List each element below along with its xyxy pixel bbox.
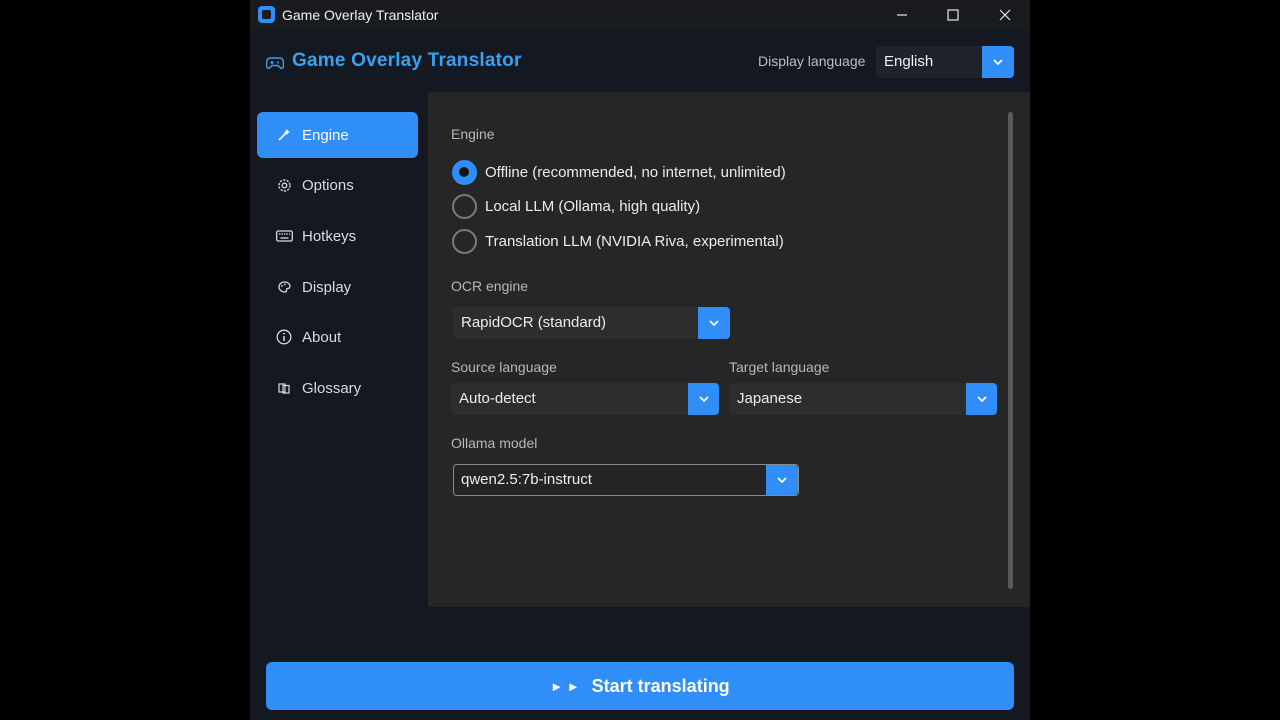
footer: ► ► Start translating (250, 607, 1030, 720)
ocr-engine-label: OCR engine (451, 278, 529, 294)
display-language-select[interactable]: English (876, 46, 1014, 78)
sidebar-item-options[interactable]: Options (257, 162, 418, 208)
engine-section-label: Engine (451, 126, 495, 142)
sidebar-item-label: Glossary (302, 379, 362, 397)
minimize-button[interactable] (877, 0, 927, 30)
close-icon (999, 9, 1011, 21)
maximize-button[interactable] (928, 0, 978, 30)
app-header: Game Overlay Translator Display language… (250, 30, 1030, 92)
keyboard-icon (275, 227, 293, 245)
engine-option-label: Local LLM (Ollama, high quality) (485, 197, 701, 215)
engine-option-label: Translation LLM (NVIDIA Riva, experiment… (485, 232, 784, 250)
sidebar-item-hotkeys[interactable]: Hotkeys (257, 213, 418, 259)
play-icon: ► ► (550, 678, 580, 694)
sidebar-item-label: Engine (302, 126, 349, 144)
sidebar-item-glossary[interactable]: Glossary (257, 365, 418, 411)
book-icon (275, 379, 293, 397)
ocr-engine-dropdown-button[interactable] (698, 307, 730, 339)
radio-selected[interactable] (452, 159, 477, 185)
start-translating-button[interactable]: ► ► Start translating (266, 662, 1014, 710)
source-language-dropdown-button[interactable] (688, 383, 719, 415)
sidebar-item-engine[interactable]: Engine (257, 112, 418, 158)
minimize-icon (897, 14, 907, 16)
engine-settings-panel: Engine Offline (recommended, no internet… (428, 92, 1030, 607)
chevron-down-icon (777, 477, 787, 484)
target-language-value: Japanese (737, 390, 803, 407)
source-language-select[interactable]: Auto-detect (451, 383, 719, 415)
engine-option-label: Offline (recommended, no internet, unlim… (485, 163, 786, 181)
target-language-label: Target language (729, 359, 830, 375)
window-title: Game Overlay Translator (282, 7, 439, 23)
maximize-icon (947, 9, 959, 21)
engine-option-offline[interactable]: Offline (recommended, no internet, unlim… (452, 159, 786, 185)
sidebar-item-label: Display (302, 278, 352, 296)
engine-option-local-llm[interactable]: Local LLM (Ollama, high quality) (452, 193, 700, 219)
ollama-model-value: qwen2.5:7b-instruct (461, 471, 592, 488)
app-window: Game Overlay Translator Game Overlay Tra… (250, 0, 1030, 720)
ollama-model-label: Ollama model (451, 435, 538, 451)
display-language-dropdown-button[interactable] (982, 46, 1014, 78)
app-heading: Game Overlay Translator (292, 50, 522, 71)
gear-icon (275, 176, 293, 194)
sidebar-item-about[interactable]: About (257, 314, 418, 360)
sidebar-item-label: Options (302, 176, 354, 194)
sidebar-item-label: Hotkeys (302, 227, 357, 245)
ocr-engine-select[interactable]: RapidOCR (standard) (453, 307, 730, 339)
ollama-model-select[interactable]: qwen2.5:7b-instruct (453, 464, 799, 496)
info-icon (275, 328, 293, 346)
chevron-down-icon (698, 396, 709, 403)
sidebar-item-display[interactable]: Display (257, 264, 418, 310)
palette-icon (275, 278, 293, 296)
engine-option-translation-llm[interactable]: Translation LLM (NVIDIA Riva, experiment… (452, 228, 784, 254)
app-icon (258, 6, 275, 23)
title-bar: Game Overlay Translator (250, 0, 1030, 30)
radio-unselected[interactable] (452, 193, 477, 219)
target-language-dropdown-button[interactable] (966, 383, 997, 415)
ocr-engine-value: RapidOCR (standard) (461, 314, 607, 331)
chevron-down-icon (976, 396, 987, 403)
ollama-model-dropdown-button[interactable] (766, 465, 798, 495)
radio-unselected[interactable] (452, 228, 477, 254)
display-language-value: English (884, 53, 934, 70)
source-language-label: Source language (451, 359, 557, 375)
target-language-select[interactable]: Japanese (729, 383, 997, 415)
wand-icon (275, 126, 293, 144)
display-language-label: Display language (758, 53, 866, 69)
close-button[interactable] (980, 0, 1030, 30)
sidebar-item-label: About (302, 328, 342, 346)
chevron-down-icon (709, 320, 719, 327)
chevron-down-icon (993, 59, 1003, 66)
source-language-value: Auto-detect (459, 390, 536, 407)
content-scrollbar[interactable] (1008, 112, 1013, 589)
sidebar: Engine Options Hotkeys Display About Glo… (250, 92, 428, 607)
start-translating-label: Start translating (591, 675, 730, 696)
gamepad-icon (266, 57, 284, 69)
